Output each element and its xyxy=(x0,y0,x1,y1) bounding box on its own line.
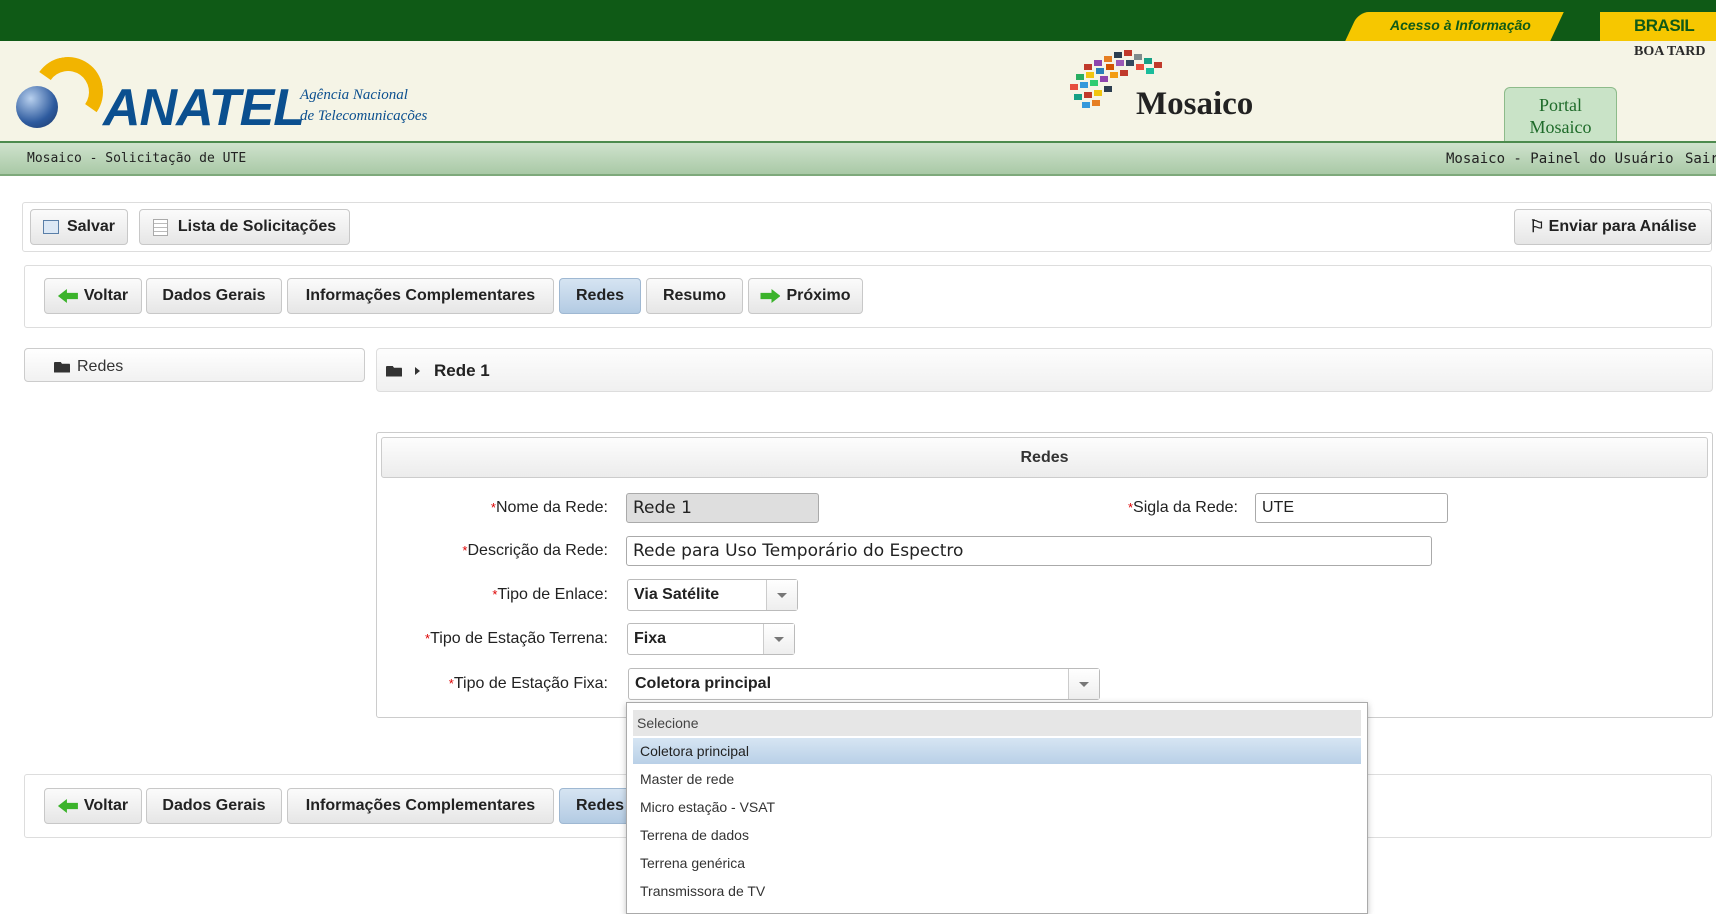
dropdown-option[interactable]: Terrena de dados xyxy=(633,822,1361,848)
arrow-left-icon xyxy=(57,799,78,813)
dropdown-option[interactable]: Terrena genérica xyxy=(633,850,1361,876)
dropdown-option-placeholder[interactable]: Selecione xyxy=(633,710,1361,736)
send-for-analysis-button[interactable]: ⚐ Enviar para Análise xyxy=(1514,209,1712,245)
arrow-right-icon xyxy=(760,289,781,303)
save-button[interactable]: Salvar xyxy=(30,209,128,245)
dropdown-option[interactable]: Micro estação - VSAT xyxy=(633,794,1361,820)
save-icon xyxy=(42,220,59,234)
next-label: Próximo xyxy=(786,287,851,304)
tree-item-redes[interactable]: Redes xyxy=(54,358,123,376)
next-button[interactable]: Próximo xyxy=(748,278,863,314)
tab-informacoes-complementares-bottom[interactable]: Informações Complementares xyxy=(287,788,554,824)
tipo-estacao-fixa-value: Coletora principal xyxy=(635,675,772,692)
folder-open-icon xyxy=(54,361,70,373)
anatel-logo-globe-icon xyxy=(16,86,58,128)
back-label: Voltar xyxy=(83,287,129,304)
greeting-text: BOA TARD xyxy=(1634,44,1706,59)
dropdown-option[interactable]: Coletora principal xyxy=(633,738,1361,764)
descricao-rede-label-text: Descrição da Rede: xyxy=(467,542,608,559)
agency-subtitle-line2: de Telecomunicações xyxy=(300,108,428,124)
tipo-enlace-label: *Tipo de Enlace: xyxy=(380,586,608,604)
sigla-rede-label: *Sigla da Rede: xyxy=(1040,499,1238,517)
app-title: Mosaico xyxy=(1136,86,1254,122)
chevron-down-icon[interactable] xyxy=(763,624,794,654)
tree-item-label: Redes xyxy=(77,358,124,375)
chevron-down-icon[interactable] xyxy=(766,580,797,610)
portal-mosaico-tab[interactable]: Portal Mosaico xyxy=(1504,87,1617,143)
arrow-left-icon xyxy=(57,289,78,303)
logout-link[interactable]: Sair xyxy=(1685,151,1716,167)
acesso-info-link[interactable]: Acesso à Informação xyxy=(1390,17,1531,33)
tipo-estacao-terrena-value: Fixa xyxy=(634,630,667,647)
nome-rede-label: *Nome da Rede: xyxy=(380,499,608,517)
request-list-button[interactable]: Lista de Solicitações xyxy=(139,209,350,245)
send-for-analysis-label: Enviar para Análise xyxy=(1548,218,1697,235)
network-breadcrumb-bar xyxy=(376,348,1713,392)
folder-open-icon xyxy=(386,365,402,377)
portal-tab-line1: Portal xyxy=(1539,95,1582,115)
dropdown-option[interactable]: Transmissora de TV xyxy=(633,878,1361,904)
network-breadcrumb[interactable]: Rede 1 xyxy=(386,361,490,381)
nome-rede-label-text: Nome da Rede: xyxy=(495,499,608,516)
brasil-logo[interactable]: BRASIL xyxy=(1634,16,1695,36)
nome-rede-field: Rede 1 xyxy=(626,493,819,523)
caret-right-icon xyxy=(415,367,420,375)
back-button-bottom[interactable]: Voltar xyxy=(44,788,142,824)
tipo-estacao-terrena-select[interactable]: Fixa xyxy=(627,623,795,655)
chevron-down-icon[interactable] xyxy=(1068,669,1099,699)
save-button-label: Salvar xyxy=(66,218,116,235)
request-list-label: Lista de Solicitações xyxy=(177,218,337,235)
breadcrumb-current: Rede 1 xyxy=(434,361,490,380)
tipo-estacao-fixa-label: *Tipo de Estação Fixa: xyxy=(380,675,608,693)
descricao-rede-field[interactable]: Rede para Uso Temporário do Espectro xyxy=(626,536,1432,566)
page-breadcrumb: Mosaico - Solicitação de UTE xyxy=(27,151,247,166)
tipo-enlace-label-text: Tipo de Enlace: xyxy=(497,586,608,603)
sigla-rede-label-text: Sigla da Rede: xyxy=(1133,499,1238,516)
flag-icon: ⚐ xyxy=(1529,217,1545,236)
tab-redes[interactable]: Redes xyxy=(559,278,641,314)
dropdown-option[interactable]: Master de rede xyxy=(633,766,1361,792)
tab-resumo[interactable]: Resumo xyxy=(646,278,743,314)
tab-informacoes-complementares[interactable]: Informações Complementares xyxy=(287,278,554,314)
tipo-estacao-fixa-select[interactable]: Coletora principal xyxy=(628,668,1100,700)
tipo-estacao-terrena-label-text: Tipo de Estação Terrena: xyxy=(430,630,608,647)
tipo-estacao-terrena-label: *Tipo de Estação Terrena: xyxy=(380,630,608,648)
form-panel-title: Redes xyxy=(381,437,1708,478)
back-button[interactable]: Voltar xyxy=(44,278,142,314)
tipo-estacao-fixa-label-text: Tipo de Estação Fixa: xyxy=(453,675,608,692)
tipo-enlace-select[interactable]: Via Satélite xyxy=(627,579,798,611)
agency-subtitle-line1: Agência Nacional xyxy=(300,87,408,103)
back-label: Voltar xyxy=(83,797,129,814)
portal-tab-line2: Mosaico xyxy=(1529,117,1592,137)
painel-usuario-link[interactable]: Mosaico - Painel do Usuário xyxy=(1446,151,1674,167)
descricao-rede-label: *Descrição da Rede: xyxy=(380,542,608,560)
tab-dados-gerais-bottom[interactable]: Dados Gerais xyxy=(146,788,282,824)
agency-subtitle: Agência Nacional de Telecomunicações xyxy=(300,85,427,127)
sigla-rede-field[interactable]: UTE xyxy=(1255,493,1448,523)
tipo-enlace-value: Via Satélite xyxy=(634,586,720,603)
anatel-logo-text: ANATEL xyxy=(103,79,305,137)
tab-dados-gerais[interactable]: Dados Gerais xyxy=(146,278,282,314)
estacao-fixa-dropdown-list: Selecione Coletora principal Master de r… xyxy=(626,702,1368,914)
list-icon xyxy=(152,218,168,236)
